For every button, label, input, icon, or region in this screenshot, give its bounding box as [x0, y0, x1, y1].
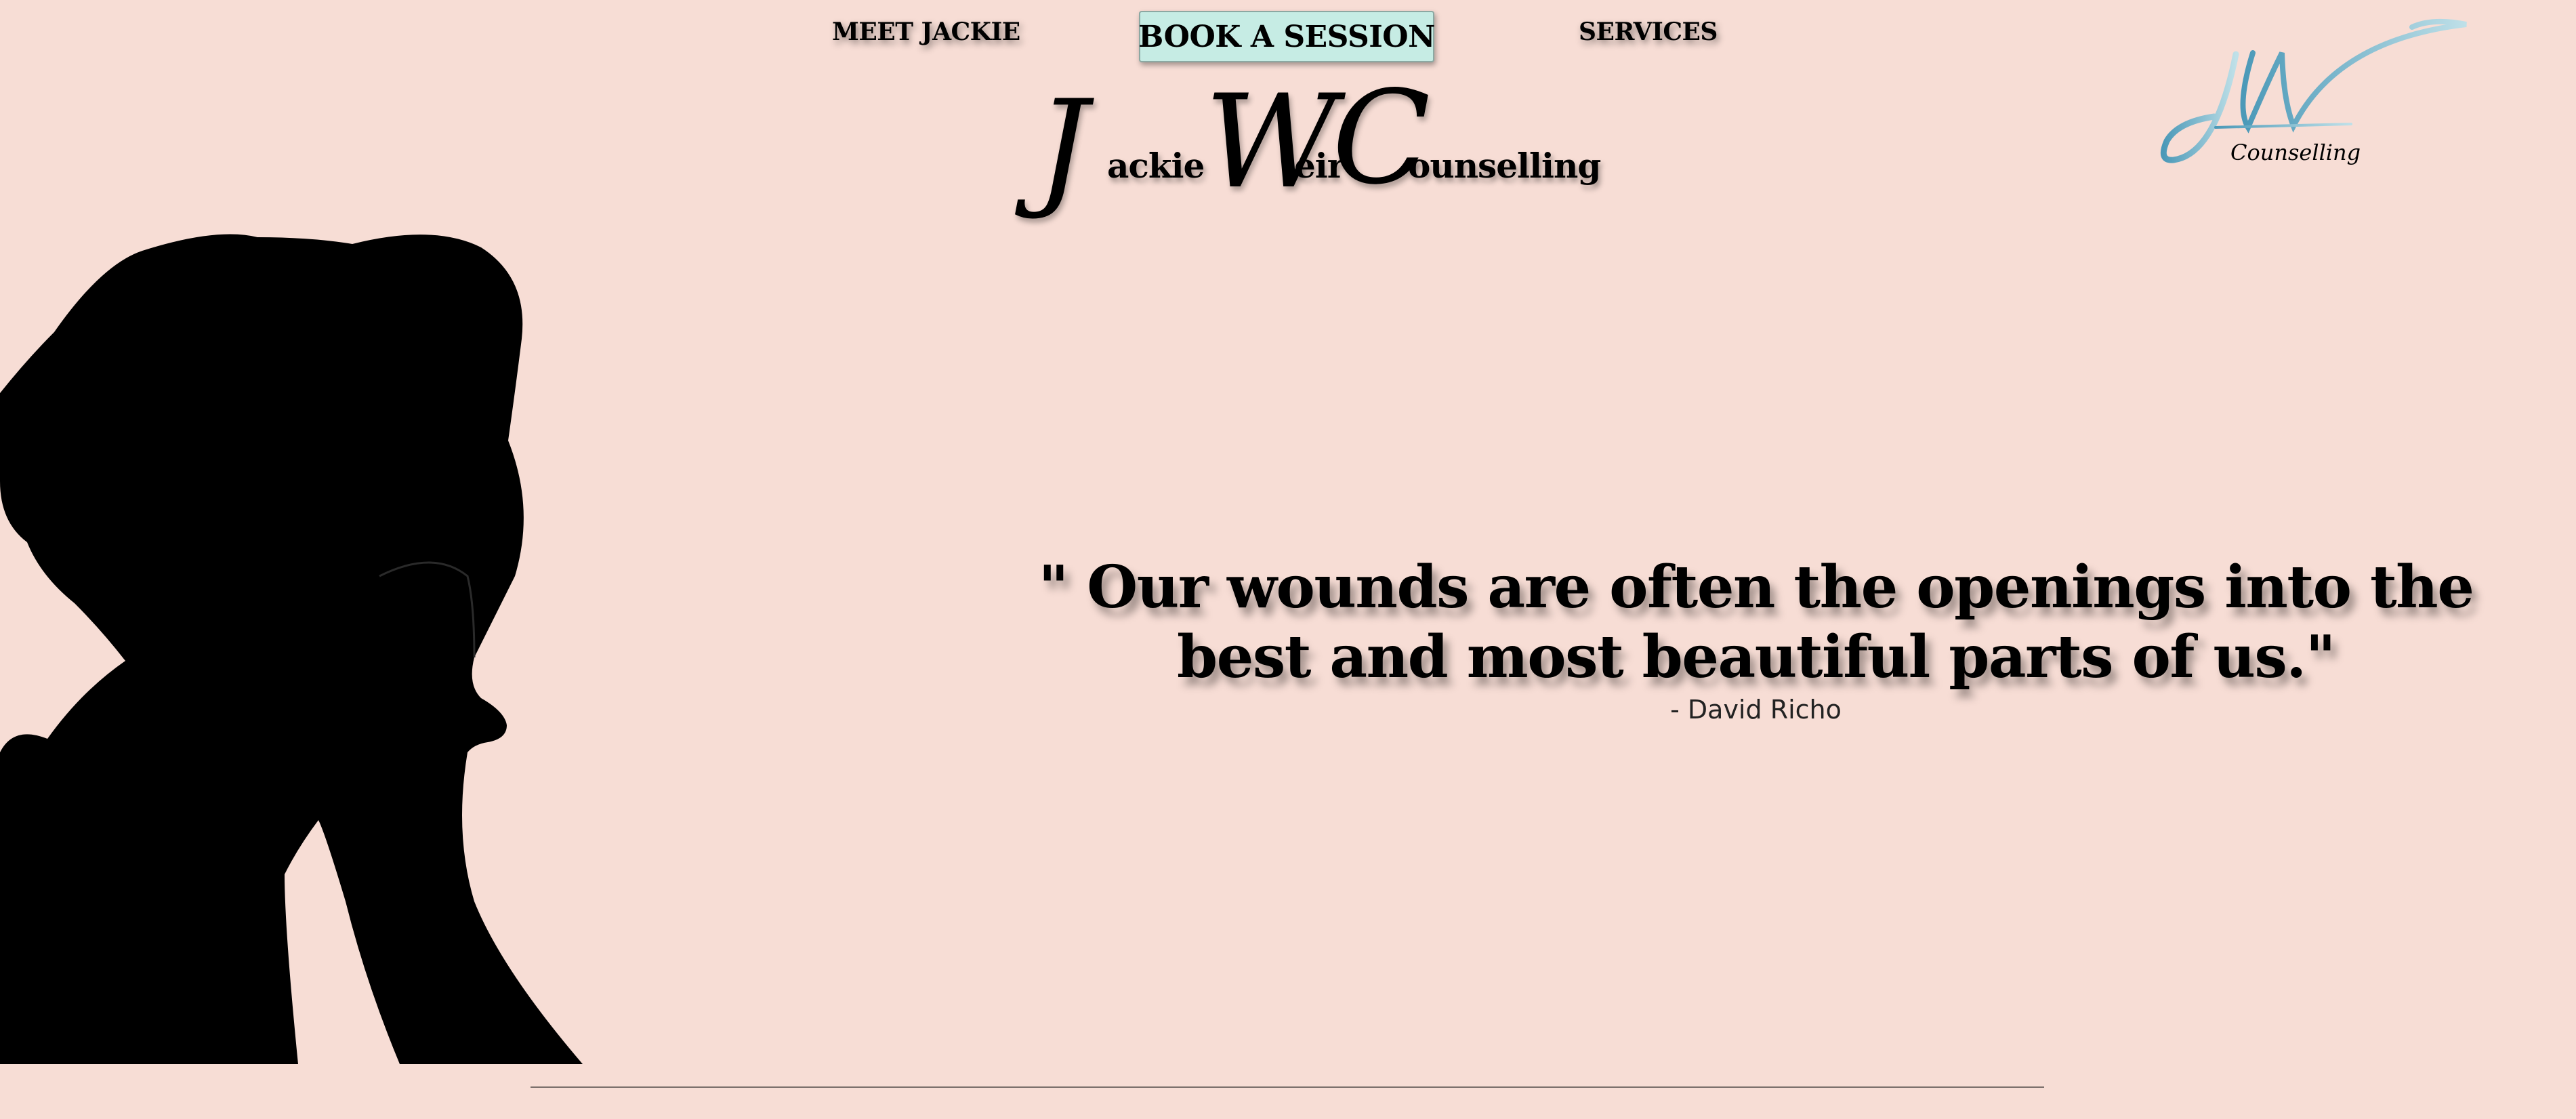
logo-subtitle: Counselling	[2230, 140, 2361, 165]
divider-line	[531, 1086, 2044, 1088]
quote-author: - David Richo	[1670, 695, 1842, 725]
hero-quote: " Our wounds are often the openings into…	[982, 552, 2529, 725]
nav-services[interactable]: SERVICES	[1579, 18, 1718, 46]
brand-word-ounselling: ounselling	[1408, 146, 1601, 186]
brand-cap-w: W	[1205, 67, 1337, 217]
brand-word-ackie: ackie	[1107, 146, 1205, 186]
silhouette-image	[0, 234, 583, 1064]
nav-meet-jackie[interactable]: MEET JACKIE	[832, 18, 1020, 46]
book-session-button[interactable]: BOOK A SESSION	[1138, 11, 1435, 62]
brand-wordmark[interactable]: J ackie W eir C ounselling	[1037, 67, 1601, 227]
quote-text: " Our wounds are often the openings into…	[1038, 553, 2474, 691]
brand-cap-j: J	[1037, 73, 1089, 222]
